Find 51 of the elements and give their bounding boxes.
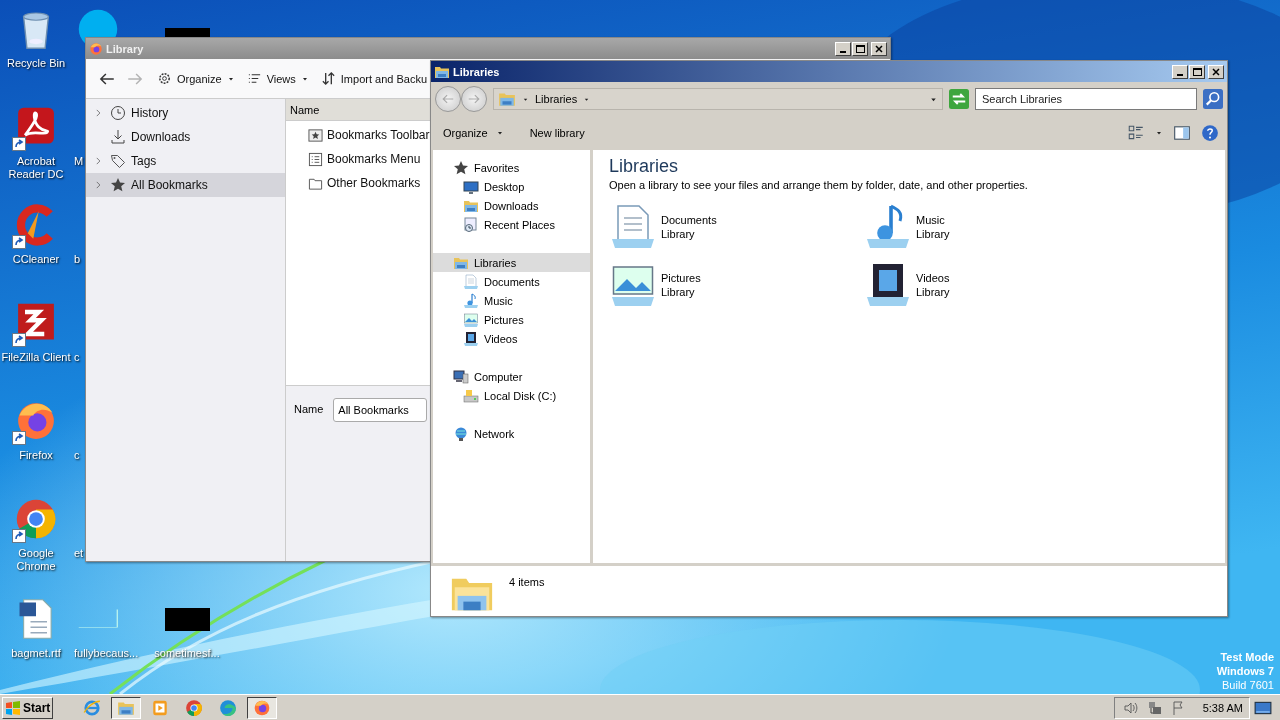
sidebar-item[interactable]: History bbox=[86, 101, 285, 125]
sidebar-item[interactable]: Downloads bbox=[86, 125, 285, 149]
description: Open a library to see your files and arrange them by folder, date, and other properties. bbox=[609, 179, 1029, 191]
command-button[interactable]: New library bbox=[525, 124, 589, 142]
sidebar-item[interactable]: All Bookmarks bbox=[86, 173, 285, 197]
test-mode-text: Build 7601 bbox=[1222, 678, 1274, 692]
desktop-icon-label[interactable]: c bbox=[74, 351, 80, 364]
desktop-icon-label[interactable]: FileZilla Client bbox=[1, 351, 71, 364]
column-header[interactable]: Name bbox=[286, 99, 431, 121]
nav-item[interactable]: Downloads bbox=[433, 196, 590, 215]
desktop-icon-label[interactable]: M bbox=[74, 155, 84, 168]
breadcrumb[interactable]: Libraries bbox=[535, 93, 578, 105]
toolbar-button[interactable]: Import and Backu bbox=[315, 67, 432, 90]
item-count: 4 items bbox=[509, 576, 545, 588]
nav-item[interactable]: Videos bbox=[433, 329, 590, 348]
command-button[interactable]: Organize bbox=[439, 124, 508, 142]
toolbar-button[interactable]: Organize bbox=[152, 67, 240, 90]
name-field[interactable]: All Bookmarks bbox=[333, 398, 427, 422]
desktop-icon-label[interactable]: b bbox=[74, 253, 81, 266]
library-item[interactable]: Pictures Library bbox=[609, 261, 864, 309]
bookmark-row[interactable]: Bookmarks Toolbar bbox=[308, 123, 431, 147]
nav-item[interactable]: Computer bbox=[433, 367, 590, 386]
search-field[interactable]: Search Libraries bbox=[975, 88, 1197, 110]
field-label: Name bbox=[294, 402, 324, 415]
nav-item[interactable]: Desktop bbox=[433, 177, 590, 196]
address-bar[interactable]: Libraries bbox=[493, 88, 943, 110]
nav-item[interactable]: Libraries bbox=[433, 253, 590, 272]
bookmark-row[interactable]: Other Bookmarks bbox=[308, 171, 431, 195]
window-title: Library bbox=[106, 42, 145, 55]
desktop-icon-label[interactable]: Acrobat Reader DC bbox=[0, 155, 74, 181]
clock: 5:38 AM bbox=[1202, 701, 1243, 714]
nav-item[interactable]: Documents bbox=[433, 272, 590, 291]
nav-item[interactable]: Network bbox=[433, 424, 590, 443]
nav-item[interactable]: Recent Places bbox=[433, 215, 590, 234]
start-button[interactable]: Start bbox=[2, 696, 53, 719]
nav-item[interactable]: Music bbox=[433, 291, 590, 310]
library-item[interactable]: Music Library bbox=[864, 203, 1119, 251]
window-title: Libraries bbox=[453, 65, 501, 78]
desktop-icon-label[interactable]: Recycle Bin bbox=[6, 57, 66, 70]
nav-item[interactable]: Pictures bbox=[433, 310, 590, 329]
library-item[interactable]: Documents Library bbox=[609, 203, 864, 251]
library-item[interactable]: Videos Library bbox=[864, 261, 1119, 309]
test-mode-text: Windows 7 bbox=[1216, 664, 1274, 678]
toolbar-button[interactable]: Views bbox=[241, 67, 314, 90]
nav-item[interactable]: Favorites bbox=[433, 158, 590, 177]
bookmark-row[interactable]: Bookmarks Menu bbox=[308, 147, 431, 171]
page-heading: Libraries bbox=[609, 156, 680, 177]
sidebar-item[interactable]: Tags bbox=[86, 149, 285, 173]
test-mode-text: Test Mode bbox=[1220, 650, 1274, 664]
desktop-icon-label[interactable]: CCleaner bbox=[12, 253, 60, 266]
nav-item[interactable]: Local Disk (C:) bbox=[433, 386, 590, 405]
